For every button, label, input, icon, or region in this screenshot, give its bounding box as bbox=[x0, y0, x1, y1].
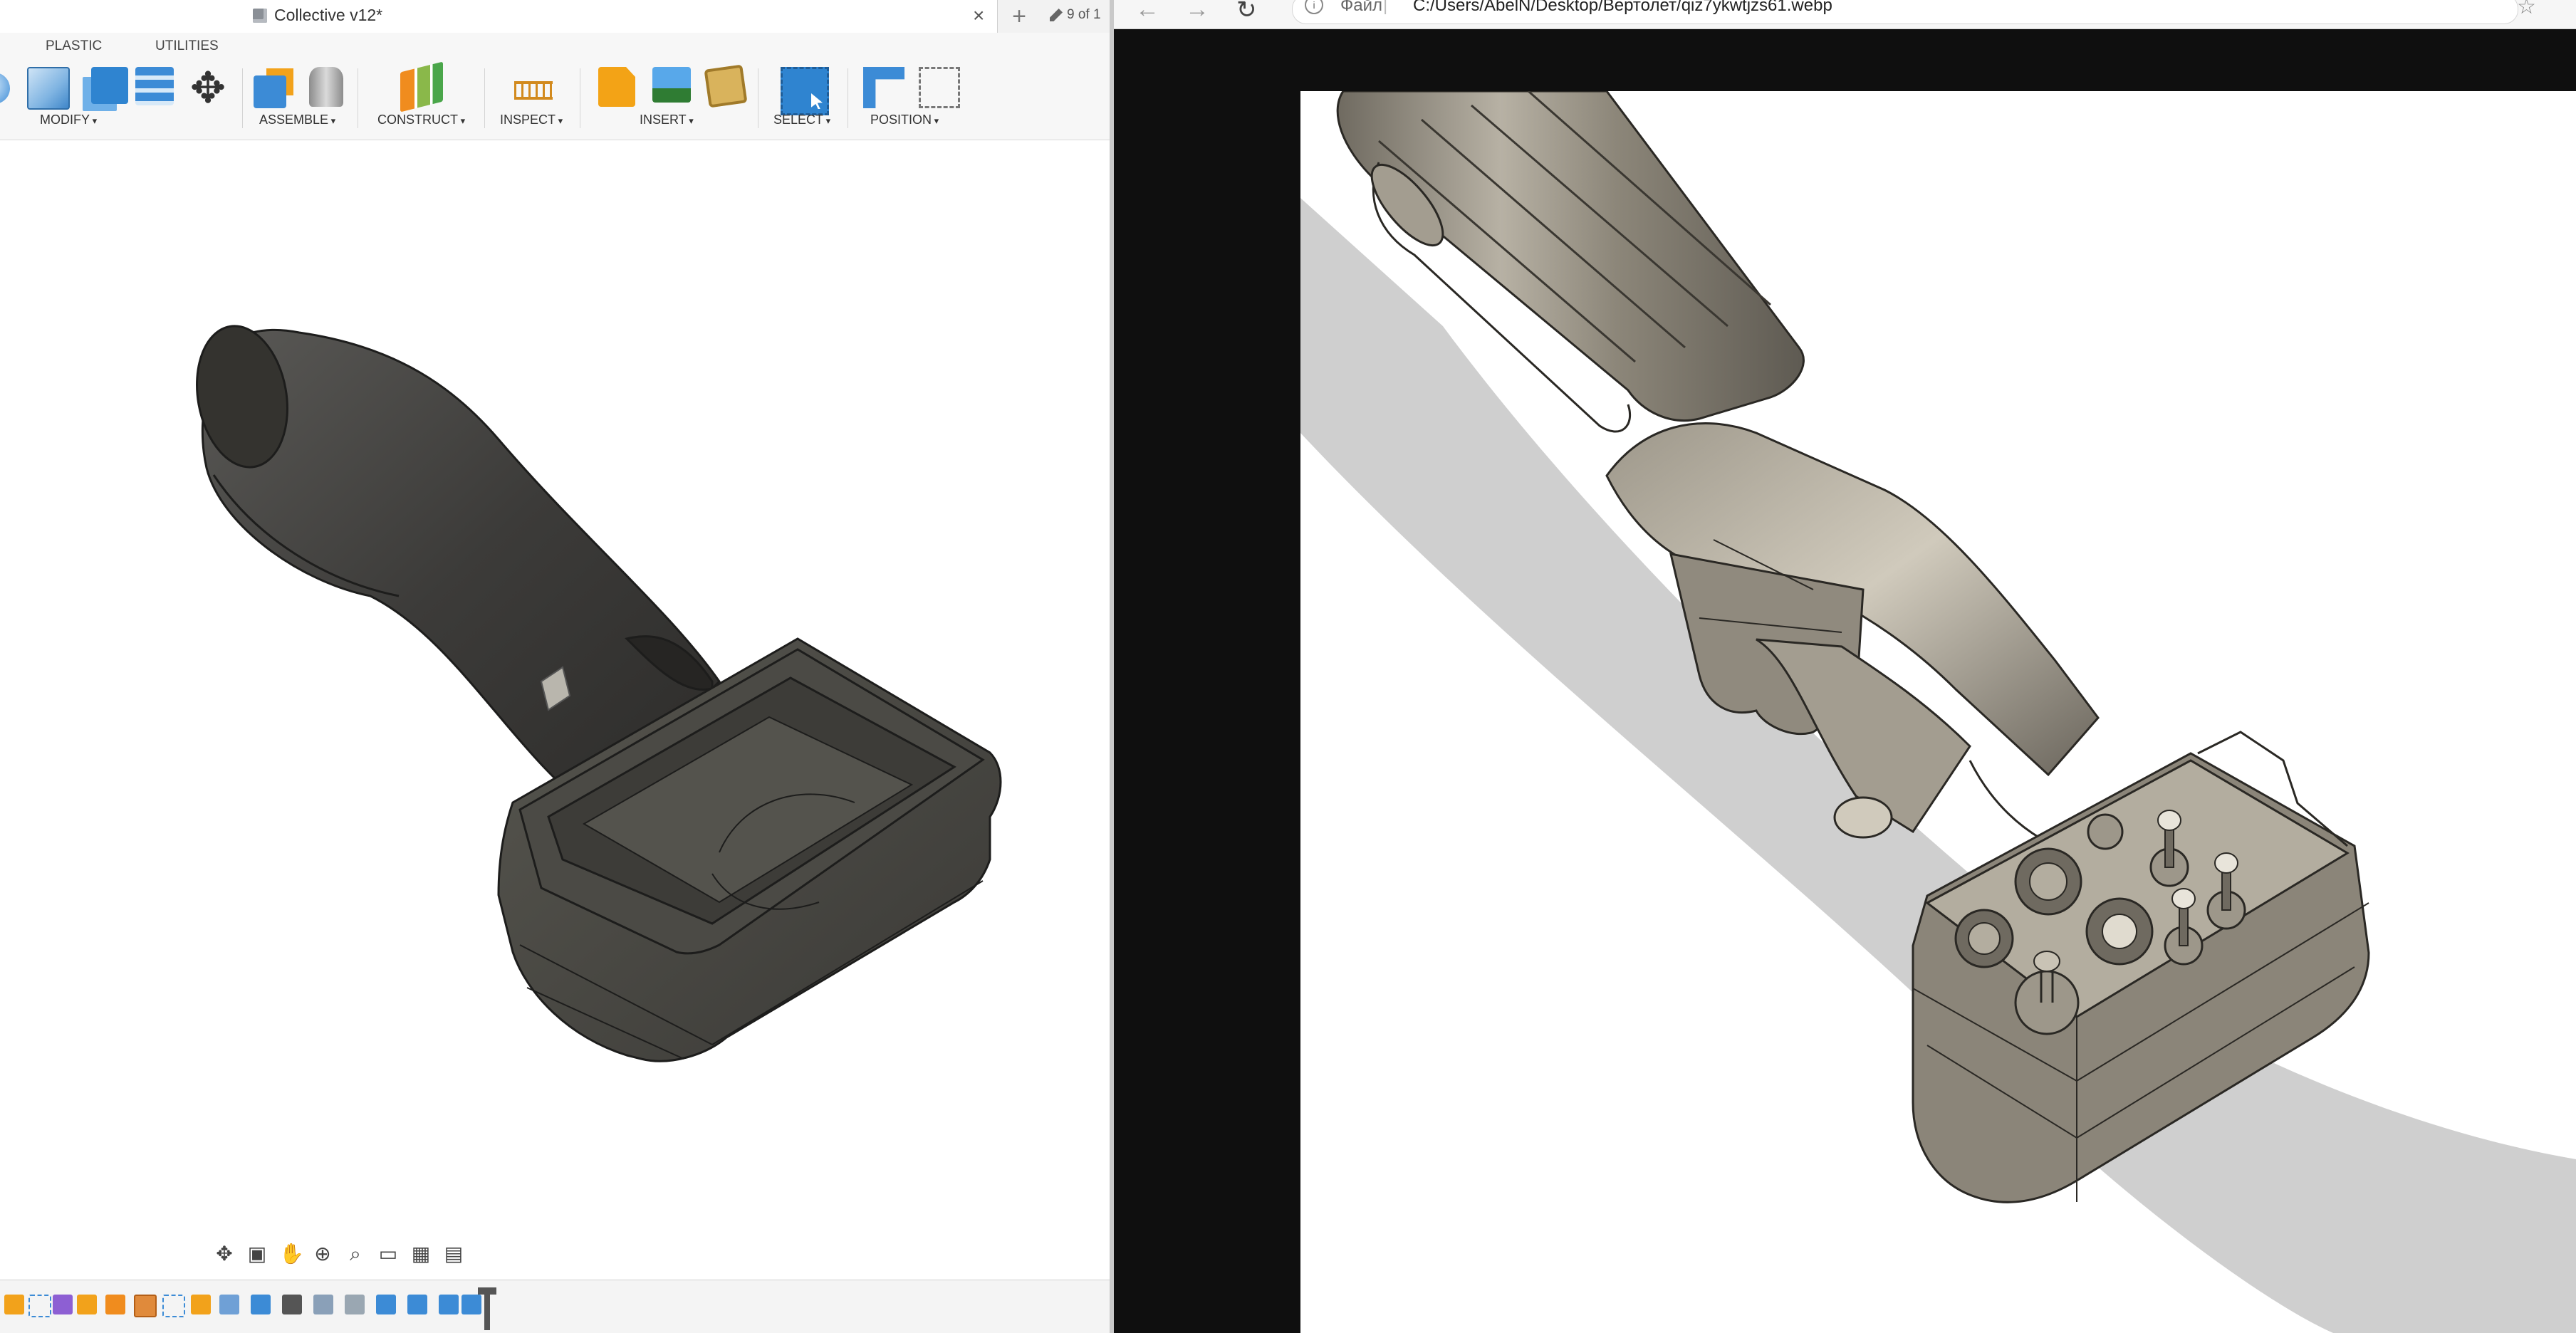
combine-icon[interactable] bbox=[91, 67, 128, 104]
document-count[interactable]: 9 of 1 bbox=[1050, 7, 1101, 23]
inspect-menu[interactable]: INSPECT bbox=[500, 113, 563, 127]
timeline-feature-icon[interactable] bbox=[251, 1295, 271, 1314]
timeline-feature-icon[interactable] bbox=[345, 1295, 365, 1314]
back-icon[interactable]: ← bbox=[1135, 0, 1159, 23]
collective-model-drawing bbox=[196, 325, 1002, 1062]
display-settings-icon[interactable]: ▭ bbox=[377, 1243, 399, 1265]
look-at-icon[interactable]: ▣ bbox=[246, 1243, 268, 1265]
revert-position-icon[interactable] bbox=[919, 67, 960, 108]
timeline-feature-icon[interactable] bbox=[162, 1295, 185, 1317]
document-title: Collective v12* bbox=[253, 6, 382, 25]
push-button bbox=[2087, 813, 2124, 850]
forward-icon[interactable]: → bbox=[1185, 0, 1209, 23]
orbit-icon[interactable]: ✥ bbox=[214, 1243, 235, 1265]
select-menu[interactable]: SELECT bbox=[773, 113, 830, 127]
modify-menu[interactable]: MODIFY bbox=[40, 113, 97, 127]
canvas-image-icon[interactable] bbox=[652, 67, 691, 103]
tab-utilities[interactable]: UTILITIES bbox=[155, 38, 219, 54]
viewed-image bbox=[1300, 90, 2576, 1333]
edit-pen-icon bbox=[1050, 9, 1063, 21]
insert-mesh-icon[interactable] bbox=[704, 64, 748, 108]
document-title-text: Collective v12* bbox=[274, 6, 383, 24]
timeline-feature-icon[interactable] bbox=[462, 1295, 481, 1314]
insert-svg-icon[interactable] bbox=[598, 67, 635, 107]
timeline-feature-icon[interactable] bbox=[439, 1295, 459, 1314]
assemble-menu[interactable]: ASSEMBLE bbox=[259, 113, 335, 127]
model-viewport[interactable] bbox=[0, 140, 1110, 1280]
file-scheme-label: Файл bbox=[1340, 0, 1383, 15]
timeline-feature-icon[interactable] bbox=[28, 1295, 51, 1317]
measure-icon[interactable] bbox=[514, 81, 553, 100]
design-cube-icon bbox=[253, 8, 267, 23]
timeline-feature-icon[interactable] bbox=[313, 1295, 333, 1314]
zoom-icon[interactable]: ⊕ bbox=[312, 1243, 333, 1265]
press-pull-icon[interactable] bbox=[27, 67, 70, 110]
toolbar-divider bbox=[484, 68, 485, 128]
toolbar-divider bbox=[242, 68, 243, 128]
close-tab-icon[interactable]: × bbox=[973, 4, 984, 27]
new-component-icon[interactable] bbox=[254, 75, 286, 108]
document-tab-bar: Collective v12* × + 9 of 1 bbox=[0, 0, 1110, 33]
timeline-feature-icon[interactable] bbox=[219, 1295, 239, 1314]
timeline-feature-icon[interactable] bbox=[282, 1295, 302, 1314]
design-timeline bbox=[0, 1280, 1110, 1333]
tab-plastic[interactable]: PLASTIC bbox=[46, 38, 102, 54]
timeline-feature-icon[interactable] bbox=[134, 1295, 157, 1317]
reload-icon[interactable]: ↻ bbox=[1236, 0, 1257, 24]
document-count-text: 9 of 1 bbox=[1067, 7, 1101, 22]
timeline-feature-icon[interactable] bbox=[77, 1295, 97, 1314]
joystick-base bbox=[2014, 970, 2080, 1035]
move-icon[interactable]: ✥ bbox=[187, 67, 229, 110]
split-body-icon[interactable] bbox=[135, 67, 174, 105]
bookmark-star-icon[interactable]: ☆ bbox=[2517, 0, 2536, 19]
new-tab-button[interactable]: + bbox=[1003, 0, 1036, 33]
offset-plane-icon[interactable] bbox=[400, 61, 443, 113]
timeline-feature-icon[interactable] bbox=[191, 1295, 211, 1314]
capture-position-icon[interactable] bbox=[863, 67, 904, 108]
timeline-feature-icon[interactable] bbox=[4, 1295, 24, 1314]
timeline-feature-icon[interactable] bbox=[407, 1295, 427, 1314]
pan-icon[interactable]: ✋ bbox=[279, 1243, 304, 1265]
position-menu[interactable]: POSITION bbox=[870, 113, 939, 127]
browser-window: ← → ↻ i Файл | C:/Users/AbelN/Desktop/Ве… bbox=[1114, 0, 2576, 1333]
construct-menu[interactable]: CONSTRUCT bbox=[377, 113, 465, 127]
url-text[interactable]: C:/Users/AbelN/Desktop/Вертолет/qiz7ykwt… bbox=[1413, 0, 1832, 16]
navigation-bar: ✥ ▣ ✋ ⊕ ⌕ ▭ ▦ ▤ bbox=[214, 1239, 464, 1269]
timeline-feature-icon[interactable] bbox=[53, 1295, 73, 1314]
window-select-icon[interactable] bbox=[781, 67, 829, 115]
document-tab[interactable]: Collective v12* × bbox=[0, 0, 998, 33]
timeline-feature-icon[interactable] bbox=[105, 1295, 125, 1314]
address-bar: ← → ↻ i Файл | C:/Users/AbelN/Desktop/Ве… bbox=[1114, 0, 2576, 29]
viewports-icon[interactable]: ▤ bbox=[443, 1243, 464, 1265]
fit-icon[interactable]: ⌕ bbox=[345, 1243, 366, 1265]
render-image-drawing bbox=[1300, 90, 2576, 1333]
timeline-feature-icon[interactable] bbox=[376, 1295, 396, 1314]
timeline-marker[interactable] bbox=[478, 1287, 496, 1330]
joint-icon[interactable] bbox=[309, 67, 343, 107]
fillet-icon[interactable] bbox=[0, 73, 10, 104]
toolbar: PLASTIC UTILITIES ✥ MODIFY ASSEMBLE CONS… bbox=[0, 33, 1110, 140]
insert-menu[interactable]: INSERT bbox=[640, 113, 694, 127]
grid-settings-icon[interactable]: ▦ bbox=[410, 1243, 432, 1265]
cad-application: Collective v12* × + 9 of 1 PLASTIC UTILI… bbox=[0, 0, 1110, 1333]
url-separator: | bbox=[1383, 0, 1388, 15]
